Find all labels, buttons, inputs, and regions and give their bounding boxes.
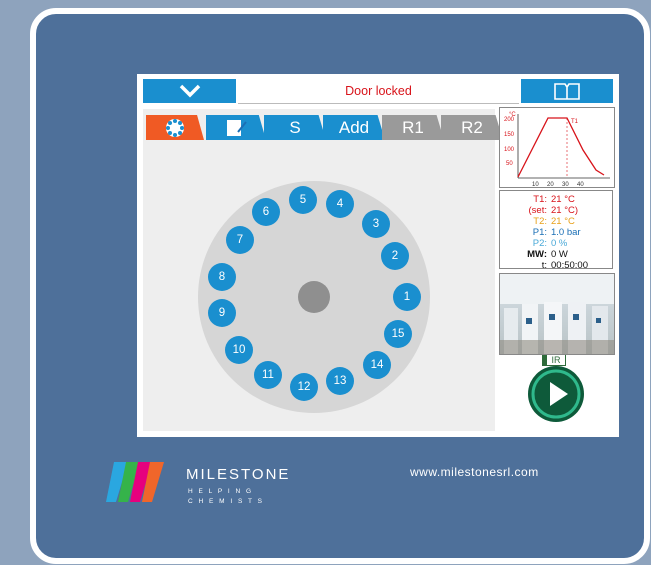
vessel-3[interactable]: 3 [362,210,390,238]
vessel-14[interactable]: 14 [363,351,391,379]
ir-label: IR [551,354,561,365]
reading-value: 00:50:00 [551,260,588,271]
vessel-1[interactable]: 1 [393,283,421,311]
rotor-panel: S Add R1 R2 1 2 3 4 5 6 7 8 9 10 11 12 1… [143,109,503,431]
x-tick-40: 40 [577,182,584,187]
vessel-10[interactable]: 10 [225,336,253,364]
vessel-number: 3 [372,218,380,230]
book-icon [554,83,580,100]
tab-r1[interactable]: R1 [382,115,444,140]
reading-time: t: 00:50:00 [500,260,612,271]
x-tick-30: 30 [562,182,569,187]
vessel-number: 12 [297,381,311,393]
tab-r1-label: R1 [402,117,424,137]
reading-value: 21 °C [551,194,575,205]
vessel-camera-image [500,274,614,354]
y-tick-100: 100 [504,147,515,153]
brand-name: MILESTONE [186,466,291,483]
vessel-7[interactable]: 7 [226,226,254,254]
y-tick-50: 50 [506,161,513,167]
tab-r2[interactable]: R2 [441,115,503,140]
reading-p2: P2: 0 % [500,238,612,249]
vessel-6[interactable]: 6 [252,198,280,226]
reading-p1: P1: 1.0 bar [500,227,612,238]
top-bar: Door locked [143,79,613,105]
vessel-number: 4 [336,198,344,210]
vessel-4[interactable]: 4 [326,190,354,218]
temperature-curve [517,117,605,178]
vessel-number: 2 [391,250,399,262]
status-text: Door locked [345,84,412,98]
reading-label: T1: [533,194,547,205]
reading-label: t: [541,260,547,271]
reading-setpoint: (set: 21 °C) [500,205,612,216]
reading-label: T2: [533,216,547,227]
rotor-carousel: 1 2 3 4 5 6 7 8 9 10 11 12 13 14 15 [198,181,430,413]
vessel-number: 7 [236,234,244,246]
milestone-logo-icon [106,462,164,502]
y-tick-150: 150 [504,132,515,138]
temperature-graph: °C T1 200 150 100 50 10 20 30 40 [499,107,615,188]
x-tick-20: 20 [547,182,554,187]
reading-value: 1.0 bar [551,227,581,238]
reading-t2: T2: 21 °C [500,216,612,227]
reading-label: P2: [532,238,547,249]
menu-button[interactable] [143,79,236,103]
vessel-number: 6 [262,206,270,218]
vessel-11[interactable]: 11 [254,361,282,389]
tab-add-label: Add [338,117,370,137]
vessel-number: 14 [370,359,384,371]
vessel-number: 1 [403,291,411,303]
reading-value: 0 W [551,249,568,260]
vessel-number: 13 [333,375,347,387]
rotor-icon [166,118,184,137]
rotor-hub [298,281,330,313]
camera-view[interactable] [499,273,615,355]
reading-label: P1: [532,227,547,238]
brand-tagline-2: C H E M I S T S [188,498,264,505]
reading-label: MW: [527,249,547,260]
vessel-number: 11 [262,369,274,381]
temperature-graph-plot: °C T1 200 150 100 50 10 20 30 40 [504,112,610,188]
vessel-13[interactable]: 13 [326,367,354,395]
vessel-12[interactable]: 12 [290,373,318,401]
reading-value: 0 % [551,238,568,249]
vessel-number: 9 [218,307,226,319]
tab-add[interactable]: Add [323,115,385,140]
vessel-5[interactable]: 5 [289,186,317,214]
touch-screen: Door locked S Add R1 R2 1 2 3 4 5 6 7 8 … [137,74,619,437]
vessel-2[interactable]: 2 [381,242,409,270]
readings-panel: T1: 21 °C (set: 21 °C) T2: 21 °C P1: 1.0 bar… [499,190,613,271]
edit-document-icon [227,119,247,136]
tab-r2-label: R2 [461,117,483,137]
reading-mw: MW: 0 W [500,249,612,260]
tab-s-label: S [289,117,301,137]
vessel-number: 15 [391,328,405,340]
chevron-down-icon [179,84,200,98]
y-tick-200: 200 [504,117,515,123]
play-icon [528,366,584,422]
vessel-9[interactable]: 9 [208,299,236,327]
website-link[interactable]: www.milestonesrl.com [410,465,539,479]
reading-label: (set: [528,205,547,216]
start-button[interactable] [521,365,591,423]
brand-tagline-1: H E L P I N G [188,488,254,495]
tab-rotor[interactable] [146,115,204,140]
reading-value: 21 °C [551,216,575,227]
x-tick-10: 10 [532,182,539,187]
vessel-15[interactable]: 15 [384,320,412,348]
device-frame: Door locked S Add R1 R2 1 2 3 4 5 6 7 8 … [30,8,650,564]
tab-edit[interactable] [206,115,266,140]
reading-t1: T1: 21 °C [500,194,612,205]
vessel-number: 10 [232,344,246,356]
reading-value: 21 °C) [551,205,579,216]
library-button[interactable] [521,79,613,103]
series-label: T1 [571,119,579,125]
vessel-number: 8 [218,271,226,283]
vessel-number: 5 [299,194,307,206]
vessel-8[interactable]: 8 [208,263,236,291]
tab-s[interactable]: S [264,115,326,140]
status-bar: Door locked [238,79,519,104]
